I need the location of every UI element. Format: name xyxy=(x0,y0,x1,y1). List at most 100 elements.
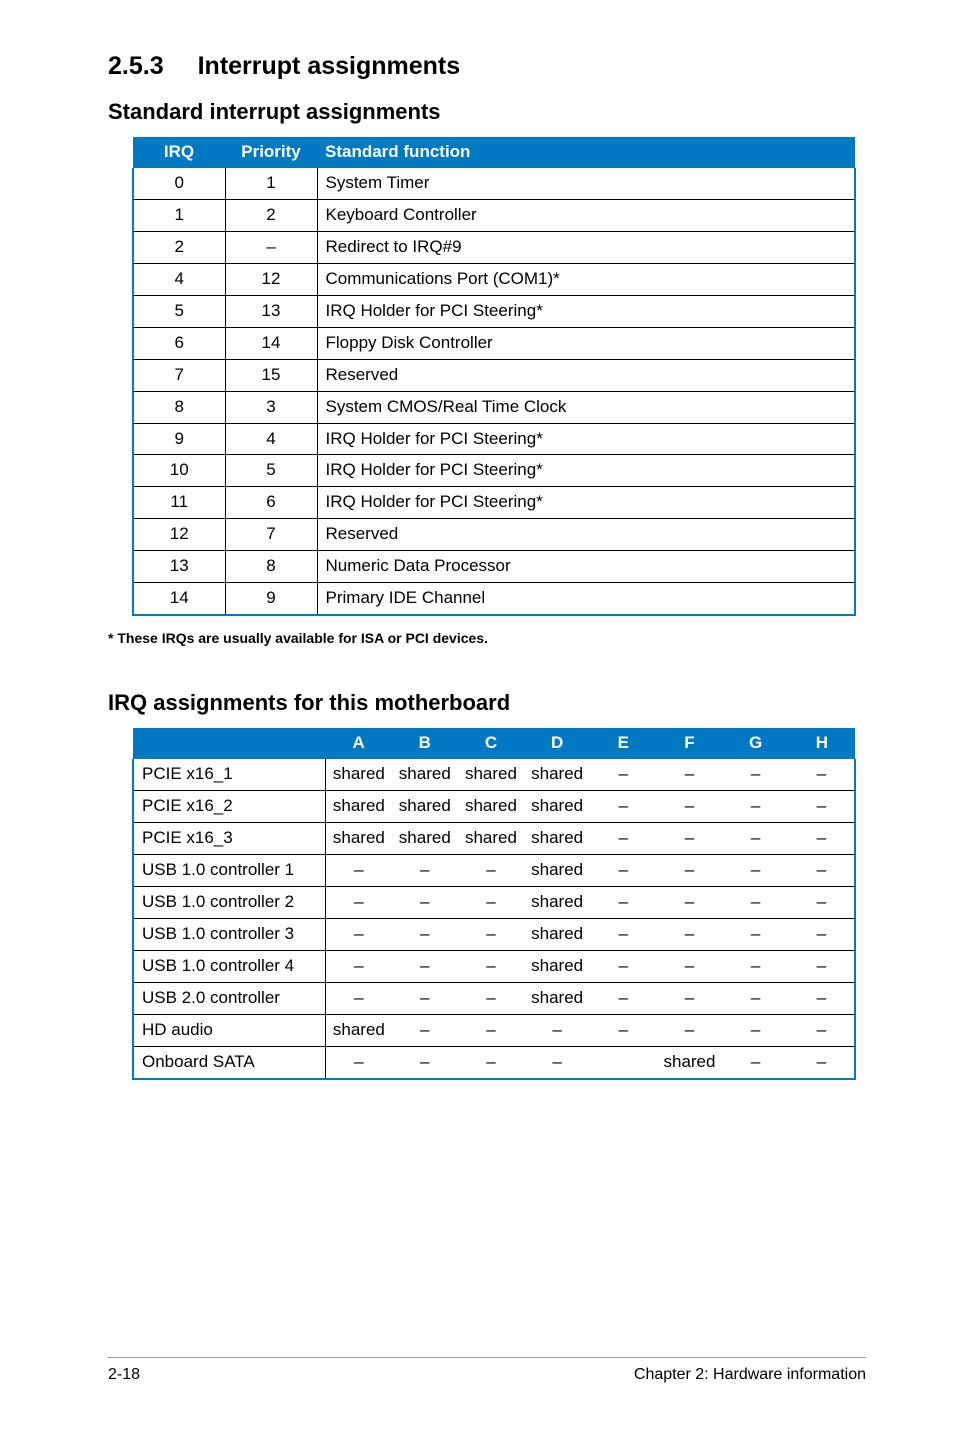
t2-cell-d: shared xyxy=(524,950,590,982)
table-row: 12Keyboard Controller xyxy=(133,199,855,231)
t1-cell-irq: 0 xyxy=(133,168,225,199)
t1-cell-priority: 7 xyxy=(225,519,317,551)
t2-cell-c: – xyxy=(458,1014,524,1046)
t1-cell-priority: 1 xyxy=(225,168,317,199)
t2-cell-a: – xyxy=(326,886,392,918)
t2-cell-c: shared xyxy=(458,791,524,823)
t1-cell-irq: 8 xyxy=(133,391,225,423)
irq-assignments-table: A B C D E F G H PCIE x16_1sharedsharedsh… xyxy=(132,728,856,1079)
t2-cell-g: – xyxy=(723,854,789,886)
t2-h-a: A xyxy=(326,728,392,759)
t2-h-h: H xyxy=(789,728,855,759)
t2-cell-d: shared xyxy=(524,854,590,886)
t2-h-c: C xyxy=(458,728,524,759)
t2-cell-e: – xyxy=(590,982,656,1014)
t2-cell-a: – xyxy=(326,982,392,1014)
t2-cell-b: – xyxy=(392,950,458,982)
t1-cell-priority: 14 xyxy=(225,327,317,359)
t2-cell-e: – xyxy=(590,854,656,886)
t1-cell-irq: 12 xyxy=(133,519,225,551)
table-row: USB 1.0 controller 2–––shared–––– xyxy=(133,886,855,918)
t2-cell-f: – xyxy=(656,854,722,886)
t2-cell-device: Onboard SATA xyxy=(133,1046,326,1078)
t2-cell-g: – xyxy=(723,1014,789,1046)
subheading-standard: Standard interrupt assignments xyxy=(108,99,866,125)
t2-cell-device: PCIE x16_1 xyxy=(133,759,326,790)
t1-cell-priority: 12 xyxy=(225,263,317,295)
t2-h-b: B xyxy=(392,728,458,759)
footer-chapter: Chapter 2: Hardware information xyxy=(634,1366,866,1384)
t1-cell-func: IRQ Holder for PCI Steering* xyxy=(317,455,855,487)
page-footer: 2-18 Chapter 2: Hardware information xyxy=(108,1357,866,1384)
t1-cell-irq: 6 xyxy=(133,327,225,359)
t2-cell-f: – xyxy=(656,1014,722,1046)
table-row: HD audioshared––––––– xyxy=(133,1014,855,1046)
t2-cell-e: – xyxy=(590,1014,656,1046)
t2-cell-h: – xyxy=(789,1014,855,1046)
t2-cell-d: – xyxy=(524,1014,590,1046)
t2-cell-b: – xyxy=(392,1046,458,1078)
t2-cell-c: shared xyxy=(458,823,524,855)
section-heading: 2.5.3Interrupt assignments xyxy=(108,52,866,81)
t2-cell-e xyxy=(590,1046,656,1078)
t1-cell-func: Reserved xyxy=(317,359,855,391)
t1-body: 01System Timer12Keyboard Controller2–Red… xyxy=(133,168,855,615)
t2-cell-b: shared xyxy=(392,823,458,855)
t2-cell-a: shared xyxy=(326,759,392,790)
t2-cell-h: – xyxy=(789,854,855,886)
table-row: 83System CMOS/Real Time Clock xyxy=(133,391,855,423)
t2-cell-e: – xyxy=(590,950,656,982)
t1-cell-priority: 5 xyxy=(225,455,317,487)
t2-cell-c: – xyxy=(458,886,524,918)
t1-cell-irq: 4 xyxy=(133,263,225,295)
t1-h-priority: Priority xyxy=(225,137,317,168)
table-row: PCIE x16_3sharedsharedsharedshared–––– xyxy=(133,823,855,855)
t1-cell-irq: 5 xyxy=(133,295,225,327)
t1-cell-priority: 6 xyxy=(225,487,317,519)
t2-cell-h: – xyxy=(789,886,855,918)
t2-cell-e: – xyxy=(590,886,656,918)
t2-cell-c: – xyxy=(458,854,524,886)
t2-h-g: G xyxy=(723,728,789,759)
t1-cell-func: Reserved xyxy=(317,519,855,551)
t2-cell-f: – xyxy=(656,982,722,1014)
t2-cell-h: – xyxy=(789,759,855,790)
t1-cell-func: IRQ Holder for PCI Steering* xyxy=(317,423,855,455)
t2-cell-e: – xyxy=(590,823,656,855)
t1-cell-func: System CMOS/Real Time Clock xyxy=(317,391,855,423)
table1-header-row: IRQ Priority Standard function xyxy=(133,137,855,168)
t2-cell-device: USB 2.0 controller xyxy=(133,982,326,1014)
t2-cell-f: – xyxy=(656,950,722,982)
t2-cell-f: shared xyxy=(656,1046,722,1078)
t2-cell-d: shared xyxy=(524,886,590,918)
t2-cell-a: shared xyxy=(326,823,392,855)
t1-cell-priority: 13 xyxy=(225,295,317,327)
t1-cell-func: Keyboard Controller xyxy=(317,199,855,231)
t2-cell-c: – xyxy=(458,982,524,1014)
t1-h-func: Standard function xyxy=(317,137,855,168)
t2-cell-g: – xyxy=(723,759,789,790)
t1-h-irq: IRQ xyxy=(133,137,225,168)
t2-cell-h: – xyxy=(789,823,855,855)
t2-cell-f: – xyxy=(656,918,722,950)
t2-cell-d: shared xyxy=(524,759,590,790)
t2-cell-device: HD audio xyxy=(133,1014,326,1046)
t2-cell-b: shared xyxy=(392,791,458,823)
t2-cell-d: shared xyxy=(524,982,590,1014)
t2-cell-a: shared xyxy=(326,791,392,823)
t1-cell-func: Redirect to IRQ#9 xyxy=(317,231,855,263)
table-row: 614Floppy Disk Controller xyxy=(133,327,855,359)
t2-cell-device: USB 1.0 controller 1 xyxy=(133,854,326,886)
t1-cell-priority: 15 xyxy=(225,359,317,391)
t1-cell-priority: 3 xyxy=(225,391,317,423)
t2-cell-g: – xyxy=(723,950,789,982)
t2-cell-h: – xyxy=(789,918,855,950)
table-row: Onboard SATA––––shared–– xyxy=(133,1046,855,1078)
table1-wrapper: IRQ Priority Standard function 01System … xyxy=(108,137,866,616)
t1-cell-irq: 14 xyxy=(133,583,225,615)
t1-cell-func: IRQ Holder for PCI Steering* xyxy=(317,295,855,327)
t2-cell-g: – xyxy=(723,791,789,823)
subheading-irq: IRQ assignments for this motherboard xyxy=(108,690,866,716)
t1-cell-func: Primary IDE Channel xyxy=(317,583,855,615)
page: 2.5.3Interrupt assignments Standard inte… xyxy=(0,0,954,1438)
